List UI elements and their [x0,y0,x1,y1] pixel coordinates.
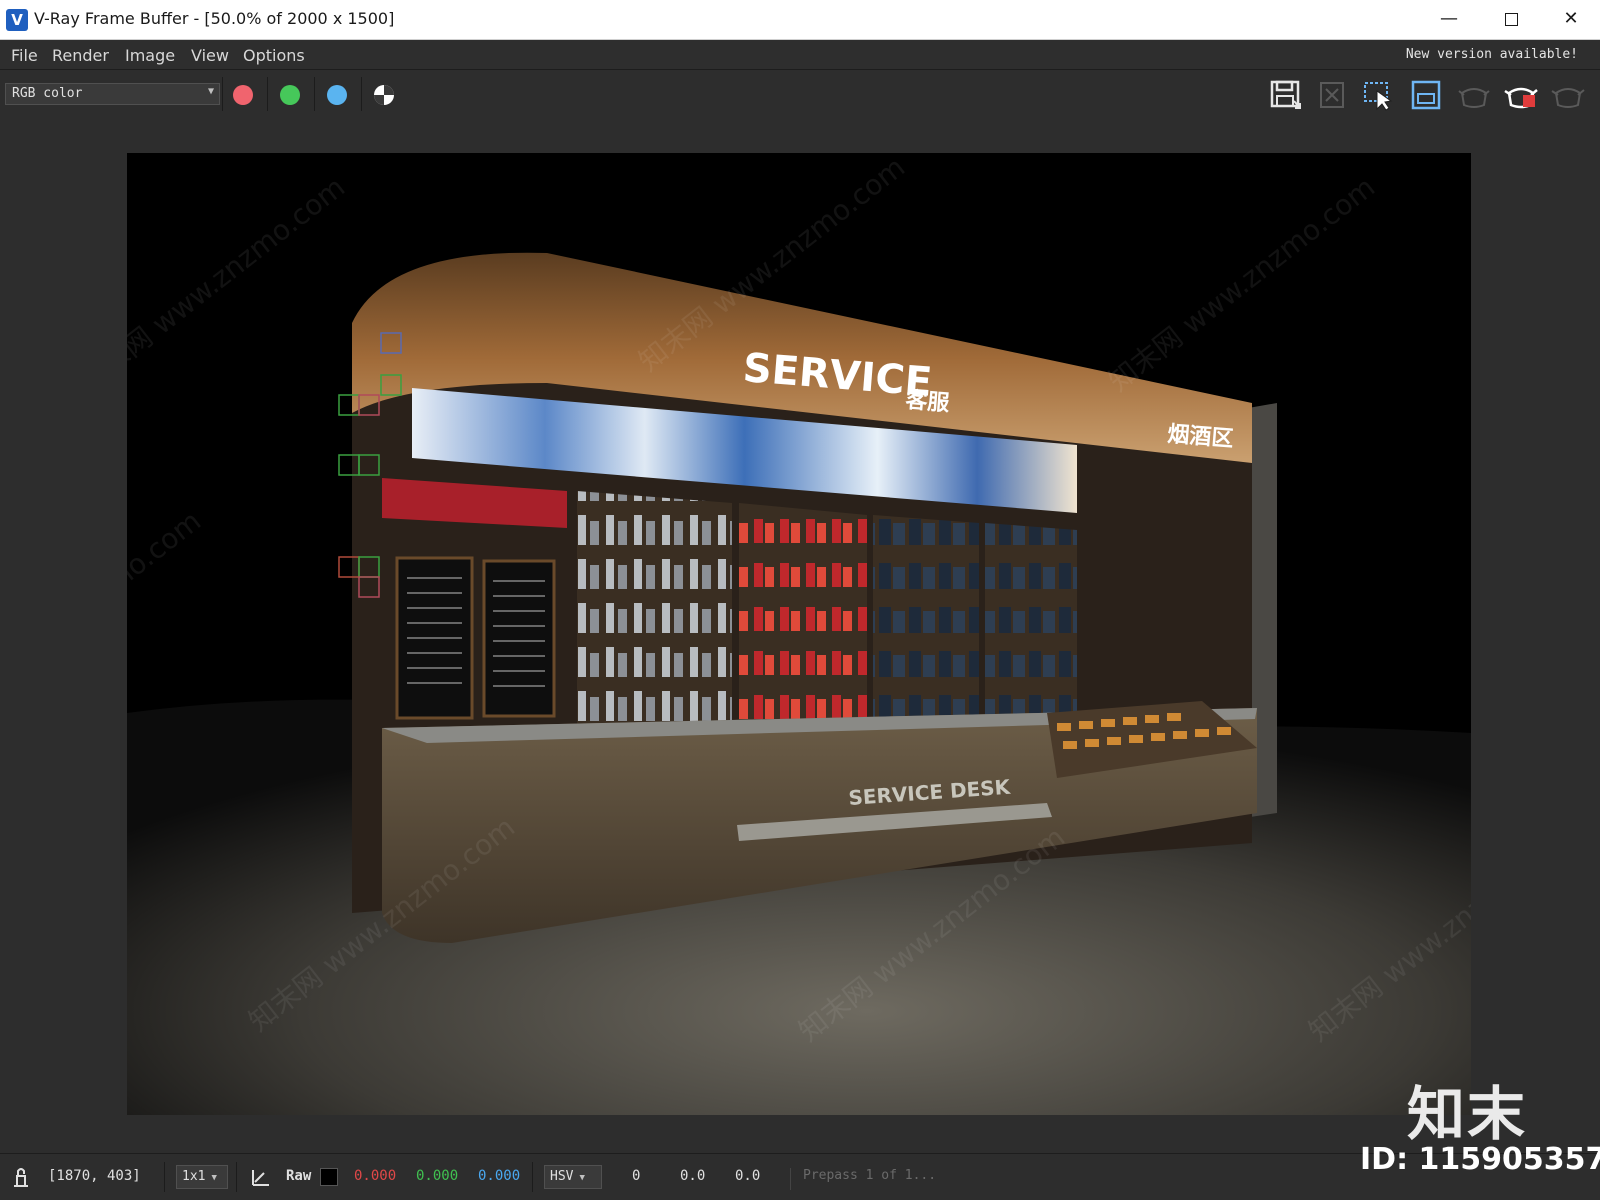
blue-channel-toggle[interactable] [327,85,347,105]
chevron-down-icon: ▼ [579,1173,585,1183]
value-value: 0.0 [735,1168,761,1184]
image-viewport[interactable]: SERVICE 客服 烟酒区 SERVICE DESK 知末网 www.znzm… [0,117,1600,1153]
mono-mode-toggle[interactable] [374,85,394,105]
chevron-down-icon: ▼ [207,86,214,97]
render-image: SERVICE 客服 烟酒区 SERVICE DESK 知末网 www.znzm… [127,153,1471,1115]
color-picker-icon[interactable] [250,1166,272,1188]
red-channel-toggle[interactable] [233,85,253,105]
ratio-value: 1x1 [182,1169,206,1184]
menu-options[interactable]: Options [243,46,305,65]
stop-render-icon[interactable] [1550,79,1586,111]
toolbar-divider [361,77,362,111]
status-divider [164,1162,165,1192]
channel-select[interactable]: RGB color ▼ [5,83,220,105]
menu-image[interactable]: Image [125,46,175,65]
maximize-icon [1504,12,1518,26]
color-mode-value: HSV [550,1169,574,1184]
status-divider [532,1162,533,1192]
toolbar: RGB color ▼ [0,71,1600,117]
sign-cn-text: 客服 [905,387,952,416]
red-value: 0.000 [354,1168,397,1184]
menu-render[interactable]: Render [52,46,109,65]
channel-select-value: RGB color [12,86,83,101]
title-bar: V V-Ray Frame Buffer - [50.0% of 2000 x … [0,0,1600,40]
close-button[interactable]: ✕ [1540,0,1600,40]
maximize-button[interactable] [1480,0,1542,40]
pixel-coordinates: [1870, 403] [48,1168,141,1184]
toolbar-divider [267,77,268,111]
saturation-value: 0.0 [680,1168,706,1184]
save-icon[interactable] [1268,79,1304,111]
minimize-button[interactable]: — [1418,0,1480,40]
pixel-color-swatch [320,1168,338,1186]
vray-app-icon: V [6,9,28,31]
frame-icon[interactable] [1408,79,1444,111]
new-version-link[interactable]: New version available! [1406,47,1578,62]
hue-value: 0 [632,1168,641,1184]
watermark-logo: 知末 [1407,1080,1528,1148]
sign-right-text: 烟酒区 [1167,422,1235,452]
green-channel-toggle[interactable] [280,85,300,105]
green-value: 0.000 [416,1168,459,1184]
window-title: V-Ray Frame Buffer - [50.0% of 2000 x 15… [34,9,395,28]
menu-file[interactable]: File [11,46,38,65]
raw-label: Raw [286,1168,312,1184]
menu-bar: File Render Image View Options New versi… [0,40,1600,70]
blue-value: 0.000 [478,1168,521,1184]
track-mouse-icon[interactable] [1456,79,1492,111]
status-divider [236,1162,237,1192]
region-render-icon[interactable] [1361,79,1397,111]
color-mode-select[interactable]: HSV ▼ [544,1165,602,1189]
toolbar-divider [222,77,223,111]
menu-view[interactable]: View [191,46,229,65]
render-teapot-icon[interactable] [1503,79,1539,111]
watermark-id: ID: 1159053573 [1360,1142,1600,1177]
chevron-down-icon: ▼ [211,1173,217,1183]
ratio-select[interactable]: 1x1 ▼ [176,1165,228,1189]
clear-icon[interactable] [1314,79,1350,111]
toolbar-divider [314,77,315,111]
pixel-lock-icon[interactable] [10,1166,32,1188]
render-progress: Prepass 1 of 1... [790,1168,1080,1190]
vray-frame-buffer-window: V V-Ray Frame Buffer - [50.0% of 2000 x … [0,0,1600,1200]
